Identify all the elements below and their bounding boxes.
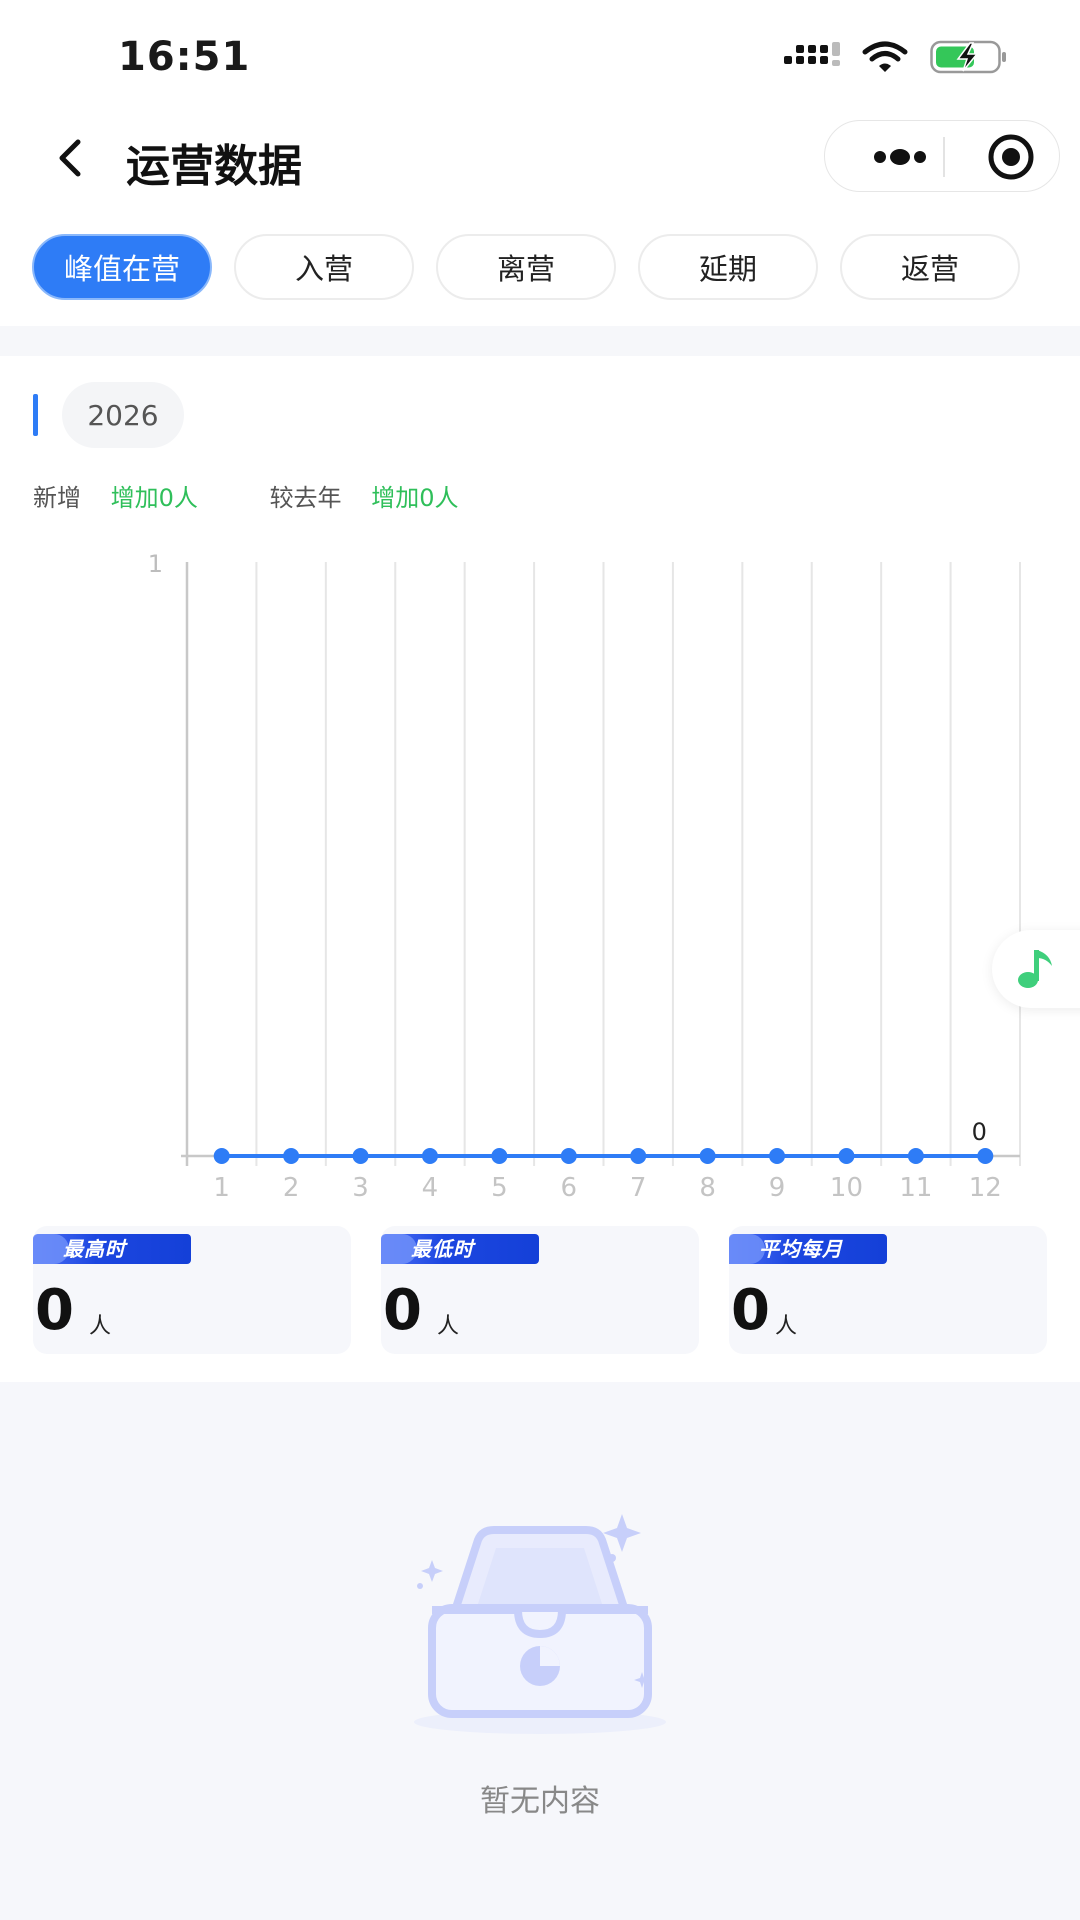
new-value: 增加0人 — [110, 484, 198, 512]
page-title: 运营数据 — [126, 141, 302, 192]
capsule-divider — [943, 137, 945, 177]
tab-peak[interactable]: 峰值在营 — [32, 234, 212, 300]
chevron-left-icon[interactable] — [50, 134, 90, 182]
card-value: 0 — [383, 1278, 422, 1343]
data-point — [491, 1148, 508, 1164]
page: 16:51 运营数据 峰值在营 入营 离营 延期 返营 2026 新增 增加0人… — [0, 0, 1080, 1920]
data-label: 0 — [972, 1118, 987, 1146]
data-point — [907, 1148, 924, 1164]
card-value: 0 — [731, 1278, 770, 1343]
empty-inbox-icon — [414, 1514, 666, 1734]
wifi-icon — [862, 41, 908, 72]
tab-return[interactable]: 返营 — [840, 234, 1020, 300]
empty-text: 暂无内容 — [480, 1784, 600, 1819]
x-tick-label: 10 — [830, 1173, 863, 1203]
status-time: 16:51 — [118, 34, 251, 80]
tab-join[interactable]: 入营 — [234, 234, 414, 300]
year-selector[interactable]: 2026 — [62, 382, 184, 448]
card-tag: 平均每月 — [729, 1234, 887, 1264]
data-point — [630, 1148, 647, 1164]
stats-summary: 新增 增加0人 较去年 增加0人 — [33, 478, 458, 513]
data-point — [421, 1148, 438, 1164]
x-tick-label: 5 — [491, 1173, 508, 1203]
x-tick-label: 1 — [213, 1173, 230, 1203]
card-unit: 人 — [89, 1314, 112, 1339]
tab-extend[interactable]: 延期 — [638, 234, 818, 300]
x-tick-label: 7 — [630, 1173, 647, 1203]
status-icons — [784, 40, 1008, 74]
card-tag: 最高时 — [33, 1234, 191, 1264]
data-point — [213, 1148, 230, 1164]
data-point — [977, 1148, 994, 1164]
more-dots-icon[interactable] — [855, 121, 941, 193]
mini-program-capsule — [824, 120, 1060, 192]
data-point — [838, 1148, 855, 1164]
data-point — [560, 1148, 577, 1164]
x-tick-label: 3 — [352, 1173, 369, 1203]
year-accent-bar — [33, 394, 38, 436]
x-tick-label: 8 — [699, 1173, 716, 1203]
yoy-label: 较去年 — [269, 484, 342, 512]
card-average: 平均每月 0 人 — [729, 1226, 1047, 1354]
x-tick-label: 4 — [422, 1173, 439, 1203]
data-point — [769, 1148, 786, 1164]
tab-leave[interactable]: 离营 — [436, 234, 616, 300]
x-tick-label: 11 — [899, 1173, 932, 1203]
line-chart: 11 2 3 4 5 6 7 8 9 10 11 120 — [148, 550, 1021, 1203]
music-note-icon — [1018, 950, 1052, 988]
data-point — [352, 1148, 369, 1164]
summary-cards: 最高时 0 人 最低时 0 人 平均每月 0 人 — [33, 1226, 1047, 1354]
section-divider — [0, 326, 1080, 356]
nav-bar: 运营数据 — [0, 110, 1080, 206]
status-bar: 16:51 — [0, 0, 1080, 110]
y-tick-label: 1 — [148, 550, 163, 578]
card-unit: 人 — [775, 1314, 798, 1339]
x-tick-label: 6 — [561, 1173, 578, 1203]
card-min: 最低时 0 人 — [381, 1226, 699, 1354]
category-tabs: 峰值在营 入营 离营 延期 返营 — [32, 234, 1020, 300]
x-tick-label: 9 — [769, 1173, 786, 1203]
x-tick-label: 2 — [283, 1173, 300, 1203]
data-point — [699, 1148, 716, 1164]
floating-music-button[interactable] — [992, 930, 1080, 1008]
card-unit: 人 — [437, 1314, 460, 1339]
data-point — [283, 1148, 300, 1164]
battery-icon — [930, 40, 1006, 74]
card-tag: 最低时 — [381, 1234, 539, 1264]
signal-icon — [784, 42, 840, 66]
new-label: 新增 — [33, 484, 81, 512]
target-circle-icon[interactable] — [975, 121, 1047, 193]
card-max: 最高时 0 人 — [33, 1226, 351, 1354]
yoy-value: 增加0人 — [371, 484, 459, 512]
x-tick-label: 12 — [969, 1173, 1002, 1203]
card-value: 0 — [35, 1278, 74, 1343]
